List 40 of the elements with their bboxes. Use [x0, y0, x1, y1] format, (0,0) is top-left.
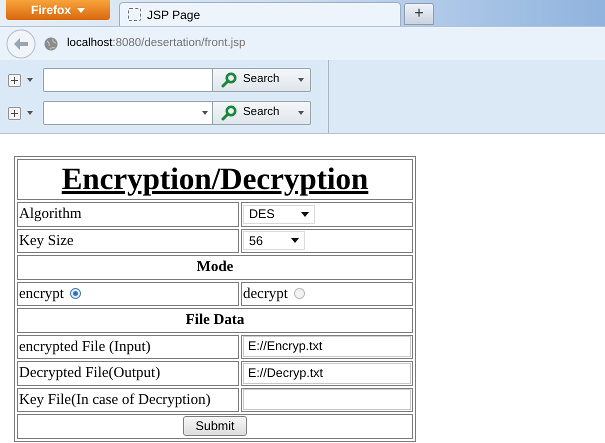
radio-button[interactable]	[70, 288, 81, 300]
section-heading: Mode	[196, 259, 234, 275]
tab-title: JSP Page	[147, 6, 200, 24]
field-label: Decrypted File(Output)	[19, 365, 160, 381]
browser-tab[interactable]: JSP Page	[119, 2, 401, 26]
field-label: encrypted File (Input)	[19, 338, 151, 354]
caret-icon[interactable]	[27, 78, 33, 82]
form-title: Encryption/Decryption	[62, 160, 368, 196]
caret-icon	[77, 8, 85, 12]
text-field[interactable]: E://Encryp.txt	[243, 336, 411, 358]
radio-label: decrypt	[243, 284, 288, 304]
new-tab-button[interactable]: +	[404, 3, 434, 25]
add-engine-icon[interactable]	[8, 74, 21, 86]
field-label: Key Size	[19, 232, 74, 248]
section-heading: File Data	[186, 312, 244, 328]
field-label: Key File(In case of Decryption)	[19, 392, 211, 408]
search-icon	[221, 72, 237, 88]
text-field[interactable]: E://Decryp.txt	[243, 362, 411, 384]
radio-button[interactable]	[294, 288, 305, 300]
search-button[interactable]: Search	[213, 68, 311, 92]
search-field[interactable]	[43, 101, 213, 125]
select-dropdown[interactable]: DES	[243, 204, 315, 224]
search-icon	[221, 105, 237, 121]
dropdown-caret-icon[interactable]	[202, 111, 208, 115]
field-label: Algorithm	[19, 206, 82, 222]
search-button[interactable]: Search	[213, 101, 311, 125]
caret-icon	[301, 212, 309, 217]
address-text[interactable]: localhost:8080/desertation/front.jsp	[67, 34, 246, 52]
search-field[interactable]	[43, 68, 213, 92]
select-dropdown[interactable]: 56	[243, 231, 305, 250]
radio-label: encrypt	[19, 284, 64, 304]
caret-icon	[298, 78, 304, 82]
caret-icon	[298, 111, 304, 115]
add-engine-icon[interactable]	[8, 106, 21, 120]
submit-button[interactable]: Submit	[182, 416, 248, 436]
blank-page-icon	[128, 8, 141, 21]
text-field[interactable]	[243, 389, 411, 410]
caret-icon[interactable]	[27, 111, 33, 115]
caret-icon	[291, 238, 299, 244]
globe-icon	[44, 36, 58, 50]
